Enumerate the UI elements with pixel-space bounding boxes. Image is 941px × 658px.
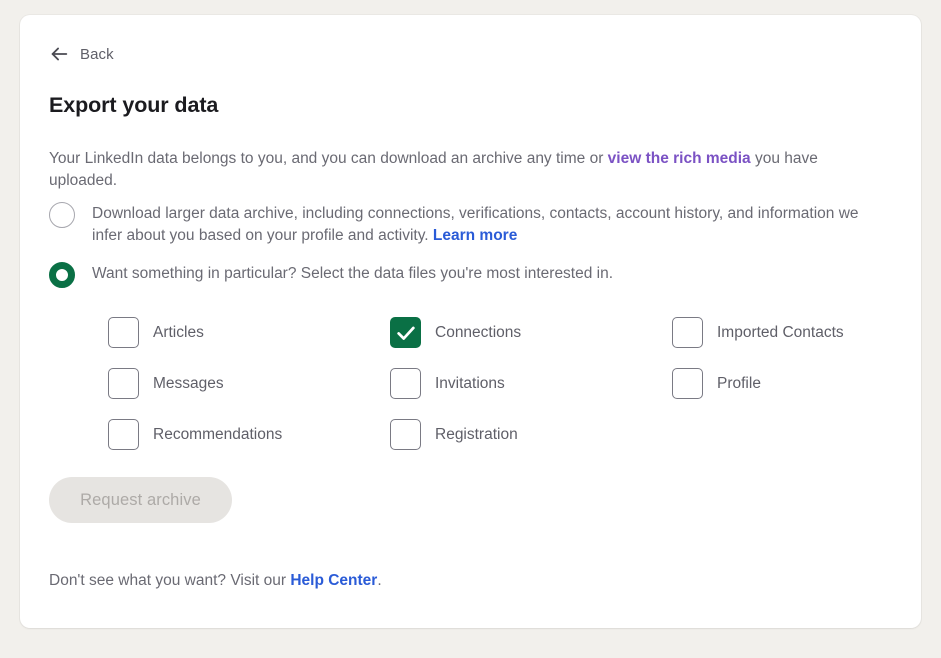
arrow-left-icon: [48, 43, 70, 65]
check-icon: [396, 326, 415, 340]
intro-before-link: Your LinkedIn data belongs to you, and y…: [49, 149, 608, 167]
data-file-checkbox-grid: Articles Connections Imported Contacts M…: [108, 317, 908, 450]
checkbox-item-invitations[interactable]: Invitations: [390, 368, 672, 399]
learn-more-link[interactable]: Learn more: [433, 227, 517, 244]
checkbox-box-messages[interactable]: [108, 368, 139, 399]
checkbox-item-articles[interactable]: Articles: [108, 317, 390, 348]
archive-type-radio-group: Download larger data archive, including …: [49, 201, 889, 288]
checkbox-label-articles: Articles: [153, 323, 204, 341]
radio-indicator-selected[interactable]: [49, 262, 75, 288]
checkbox-item-connections[interactable]: Connections: [390, 317, 672, 348]
checkbox-label-imported-contacts: Imported Contacts: [717, 323, 844, 341]
radio-option-full-archive[interactable]: Download larger data archive, including …: [49, 201, 889, 247]
back-button[interactable]: Back: [48, 43, 114, 65]
checkbox-item-messages[interactable]: Messages: [108, 368, 390, 399]
help-center-link[interactable]: Help Center: [290, 572, 377, 589]
checkbox-item-imported-contacts[interactable]: Imported Contacts: [672, 317, 908, 348]
checkbox-box-imported-contacts[interactable]: [672, 317, 703, 348]
radio-option-specific-files-label: Want something in particular? Select the…: [92, 265, 614, 282]
footer-help-text: Don't see what you want? Visit our Help …: [49, 572, 382, 590]
footer-before-link: Don't see what you want? Visit our: [49, 572, 291, 589]
checkbox-label-registration: Registration: [435, 425, 518, 443]
intro-text: Your LinkedIn data belongs to you, and y…: [49, 148, 889, 192]
checkbox-item-registration[interactable]: Registration: [390, 419, 672, 450]
footer-after-link: .: [377, 572, 382, 589]
radio-option-specific-files[interactable]: Want something in particular? Select the…: [49, 261, 889, 288]
checkbox-label-invitations: Invitations: [435, 374, 505, 392]
radio-indicator-unselected[interactable]: [49, 202, 75, 228]
checkbox-label-messages: Messages: [153, 374, 224, 392]
export-data-card: Back Export your data Your LinkedIn data…: [20, 15, 921, 628]
back-label: Back: [80, 45, 114, 63]
radio-option-full-archive-label: Download larger data archive, including …: [92, 201, 889, 247]
checkbox-item-recommendations[interactable]: Recommendations: [108, 419, 390, 450]
checkbox-label-recommendations: Recommendations: [153, 425, 283, 443]
checkbox-box-recommendations[interactable]: [108, 419, 139, 450]
checkbox-box-profile[interactable]: [672, 368, 703, 399]
checkbox-item-profile[interactable]: Profile: [672, 368, 908, 399]
checkbox-box-connections[interactable]: [390, 317, 421, 348]
checkbox-label-connections: Connections: [435, 323, 522, 341]
view-rich-media-link[interactable]: view the rich media: [608, 150, 751, 167]
request-archive-button[interactable]: Request archive: [49, 477, 232, 523]
checkbox-label-profile: Profile: [717, 374, 761, 392]
checkbox-box-articles[interactable]: [108, 317, 139, 348]
checkbox-box-invitations[interactable]: [390, 368, 421, 399]
page-title: Export your data: [49, 93, 219, 117]
checkbox-box-registration[interactable]: [390, 419, 421, 450]
